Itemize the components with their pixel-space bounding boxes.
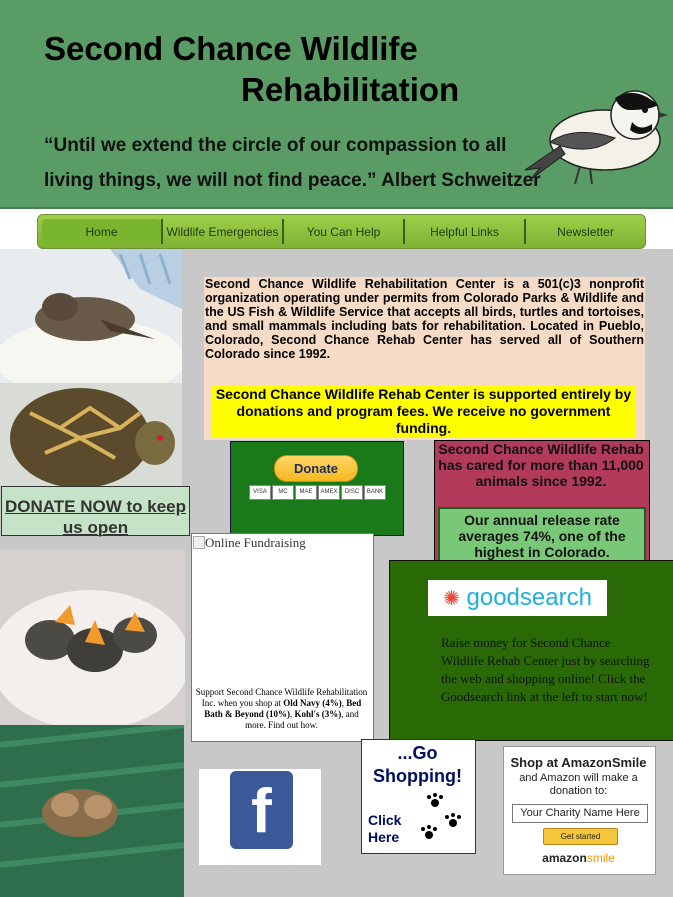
bat-photo	[0, 725, 184, 897]
mastercard-icon: MC	[272, 485, 294, 500]
goodsearch-logo[interactable]: ✺ goodsearch	[428, 580, 607, 616]
go-shopping-title: ...Go Shopping!	[373, 743, 462, 786]
goodsearch-swirl-icon: ✺	[443, 588, 460, 610]
nav-you-can-help[interactable]: You Can Help	[282, 219, 403, 244]
quote-line1: “Until we extend the circle of our compa…	[44, 135, 507, 156]
amex-card-icon: AMEX	[318, 485, 340, 500]
goodsearch-text: Raise money for Second Chance Wildlife R…	[441, 635, 650, 704]
header-quote: “Until we extend the circle of our compa…	[44, 128, 564, 198]
paw-prints-icon	[421, 793, 461, 839]
fundraising-text: Support Second Chance Wildlife Rehabilit…	[195, 687, 368, 731]
goodsearch-logo-text: goodsearch	[466, 584, 592, 611]
quote-line2: living things, we will not find peace.” …	[44, 170, 541, 191]
visa-card-icon: VISA	[249, 485, 271, 500]
bird-in-towel-photo	[0, 249, 182, 383]
animals-cared-text: Second Chance Wildlife Rehab has cared f…	[438, 441, 644, 489]
donate-now-link[interactable]: DONATE NOW to keep us open	[1, 486, 190, 537]
bank-card-icon: BANK	[364, 485, 386, 500]
nav-helpful-links[interactable]: Helpful Links	[403, 219, 524, 244]
fundraising-image-alt[interactable]: Online Fundraising	[205, 535, 306, 551]
broken-image-icon	[193, 536, 205, 549]
amazonsmile-logo: amazonsmile	[503, 851, 654, 865]
amazonsmile-title: Shop at AmazonSmile	[510, 755, 647, 770]
site-title-line1: Second Chance Wildlife	[44, 30, 418, 67]
support-notice: Second Chance Wildlife Rehab Center is s…	[212, 385, 635, 437]
site-title-line2: Rehabilitation	[241, 71, 460, 108]
click-here-link[interactable]: Click Here	[368, 812, 418, 846]
nav-newsletter[interactable]: Newsletter	[524, 219, 645, 244]
amazon-logo-text: amazon	[542, 851, 587, 865]
box-turtle-photo	[0, 383, 182, 486]
store-old-navy: Old Navy (4%)	[283, 698, 342, 708]
charity-name-field: Your Charity Name Here	[512, 804, 648, 823]
maestro-card-icon: MAE	[295, 485, 317, 500]
intro-text: Second Chance Wildlife Rehabilitation Ce…	[205, 277, 644, 361]
amazonsmile-subtitle: and Amazon will make a donation to:	[519, 772, 638, 797]
store-kohls: Kohl's (3%)	[294, 709, 342, 719]
nav-home[interactable]: Home	[42, 219, 161, 244]
baby-birds-photo	[0, 550, 185, 725]
paypal-donate-button[interactable]: Donate	[274, 455, 358, 482]
get-started-button[interactable]: Get started	[543, 828, 618, 845]
site-title: Second Chance Wildlife Rehabilitation	[44, 28, 524, 110]
main-nav: Home Wildlife Emergencies You Can Help H…	[37, 214, 646, 249]
release-rate-text: Our annual release rate averages 74%, on…	[438, 507, 646, 567]
discover-card-icon: DISC	[341, 485, 363, 500]
facebook-icon[interactable]: f	[230, 771, 293, 849]
smile-logo-text: smile	[586, 851, 615, 865]
chickadee-illustration	[524, 90, 668, 185]
nav-wildlife-emergencies[interactable]: Wildlife Emergencies	[161, 219, 282, 244]
